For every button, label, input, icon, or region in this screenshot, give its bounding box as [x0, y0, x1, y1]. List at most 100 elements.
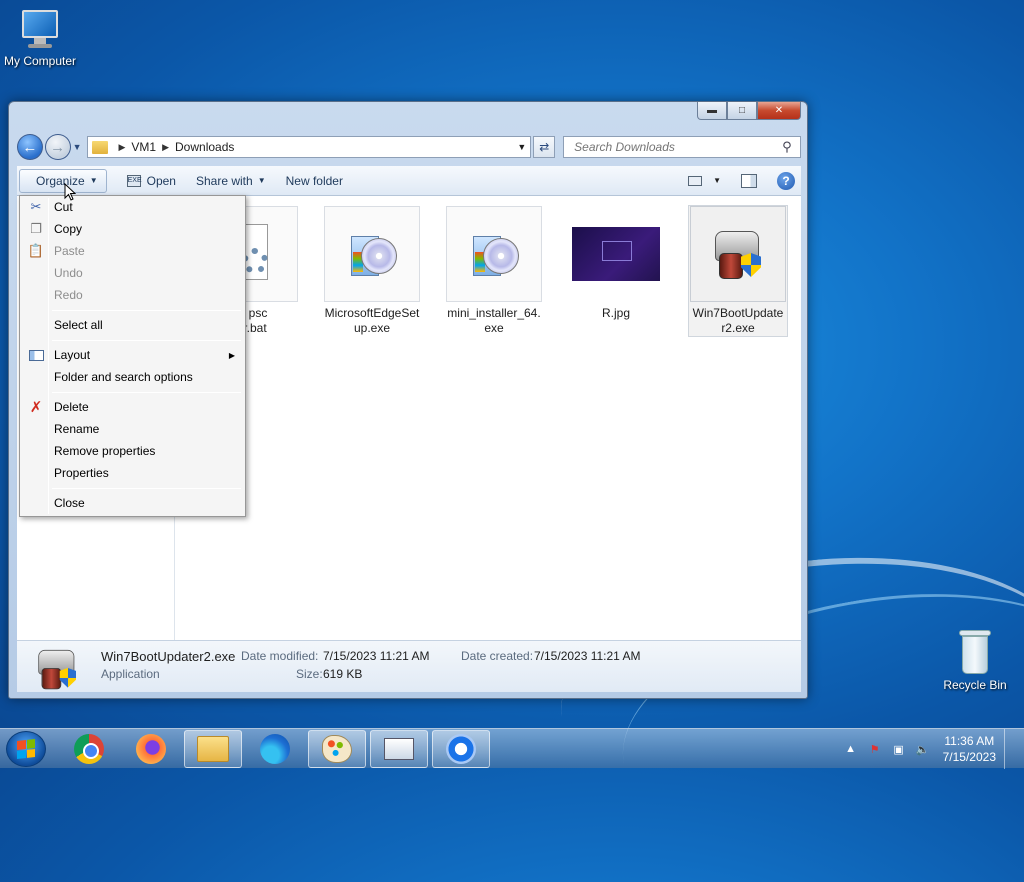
menu-item-close[interactable]: Close — [22, 492, 243, 514]
submenu-arrow-icon: ▶ — [228, 350, 235, 360]
file-name-line: mini_installer_64. — [447, 306, 541, 320]
new-folder-button[interactable]: New folder — [276, 169, 353, 193]
minimize-icon: ▬ — [707, 105, 717, 116]
layout-icon — [28, 347, 44, 363]
menu-item-delete[interactable]: ✗ Delete — [22, 396, 243, 418]
open-button[interactable]: EXE Open — [117, 169, 186, 193]
taskbar-chrome[interactable] — [60, 730, 118, 768]
maximize-button[interactable]: □ — [727, 102, 757, 120]
taskbar-firefox[interactable] — [122, 730, 180, 768]
organize-button[interactable]: Organize ▼ — [19, 168, 107, 193]
change-view-icon[interactable] — [688, 175, 703, 186]
application-icon: EXE — [126, 174, 142, 187]
menu-item-properties[interactable]: Properties — [22, 462, 243, 484]
menu-item-label: Layout — [54, 348, 91, 362]
show-hidden-icons-arrow-icon[interactable]: ▲ — [843, 741, 859, 757]
address-bar[interactable]: ▶ VM1 ▶ Downloads ▼ — [87, 136, 532, 158]
menu-item-label: Copy — [54, 222, 83, 236]
details-modified-value: 7/15/2023 11:21 AM — [323, 649, 430, 663]
address-history-dropdown[interactable]: ▼ — [517, 142, 526, 152]
boot-updater-icon — [690, 206, 786, 302]
menu-item-paste[interactable]: 📋 Paste — [22, 240, 243, 262]
menu-item-undo[interactable]: Undo — [22, 262, 243, 284]
action-center-flag-icon[interactable]: ⚑ — [867, 741, 883, 757]
search-box[interactable]: ⚲ — [563, 136, 801, 158]
file-item[interactable]: mini_installer_64. exe — [445, 206, 543, 336]
desktop-icon-my-computer[interactable]: My Computer — [0, 8, 80, 68]
details-file-type: Application — [101, 667, 160, 681]
menu-item-label: Undo — [54, 266, 83, 280]
file-item[interactable]: R.jpg — [567, 206, 665, 321]
preview-pane-icon[interactable] — [741, 173, 757, 188]
system-clock[interactable]: 11:36 AM 7/15/2023 — [943, 733, 996, 765]
help-icon[interactable]: ? — [777, 171, 795, 190]
refresh-button[interactable]: ⇄ — [533, 136, 556, 158]
recent-pages-dropdown[interactable]: ▼ — [73, 142, 82, 152]
menu-item-rename[interactable]: Rename — [22, 418, 243, 440]
open-label: Open — [146, 173, 176, 188]
menu-item-label: Delete — [54, 400, 89, 414]
mouse-cursor-icon — [64, 183, 76, 201]
menu-separator — [52, 488, 241, 489]
details-pane: Win7BootUpdater2.exe Application Date mo… — [17, 640, 801, 692]
search-icon: ⚲ — [782, 139, 792, 154]
chevron-right-icon[interactable]: ▶ — [118, 142, 125, 153]
installer-cd-icon — [324, 206, 420, 302]
refresh-icon: ⇄ — [539, 140, 550, 154]
boot-updater-icon — [35, 645, 76, 690]
details-size-label: Size: — [296, 667, 323, 681]
edge-icon — [260, 734, 290, 764]
taskbar-keyboard[interactable] — [370, 730, 428, 768]
firefox-icon — [136, 734, 166, 764]
file-name-line: Win7BootUpdate — [692, 306, 784, 320]
taskbar: ▲ ⚑ ▣ 🔈 11:36 AM 7/15/2023 — [0, 728, 1024, 769]
taskbar-paint[interactable] — [308, 730, 366, 768]
paint-palette-icon — [322, 735, 352, 763]
chevron-down-icon: ▼ — [89, 176, 98, 185]
close-icon: ✕ — [774, 105, 784, 116]
details-modified-label: Date modified: — [241, 649, 319, 663]
organize-menu: ✂ Cut ❐ Copy 📋 Paste Undo Redo Select al… — [19, 195, 246, 517]
image-thumbnail — [568, 206, 664, 302]
delete-x-icon: ✗ — [29, 399, 43, 416]
taskbar-edge[interactable] — [246, 730, 304, 768]
chevron-right-icon[interactable]: ▶ — [162, 142, 169, 153]
desktop-icon-label: Recycle Bin — [943, 678, 1007, 692]
details-size-value: 619 KB — [323, 667, 363, 681]
search-input[interactable] — [572, 139, 783, 155]
desktop-icon-recycle-bin[interactable]: Recycle Bin — [935, 630, 1015, 692]
breadcrumb-downloads[interactable]: Downloads — [175, 140, 234, 154]
start-button[interactable] — [6, 731, 46, 767]
minimize-button[interactable]: ▬ — [697, 102, 727, 120]
chrome-icon — [74, 734, 104, 764]
details-file-name: Win7BootUpdater2.exe — [101, 649, 236, 664]
paste-icon: 📋 — [27, 243, 45, 258]
file-name-line: r2.exe — [721, 321, 755, 335]
scissors-icon: ✂ — [30, 199, 42, 214]
network-icon[interactable]: ▣ — [891, 741, 907, 757]
menu-item-redo[interactable]: Redo — [22, 284, 243, 306]
file-item[interactable]: MicrosoftEdgeSet up.exe — [323, 206, 421, 336]
breadcrumb-vm1[interactable]: VM1 — [131, 140, 156, 154]
back-button[interactable]: ← — [17, 134, 43, 160]
menu-item-select-all[interactable]: Select all — [22, 314, 243, 336]
recycle-bin-icon — [957, 630, 993, 676]
menu-item-remove-properties[interactable]: Remove properties — [22, 440, 243, 462]
menu-item-copy[interactable]: ❐ Copy — [22, 218, 243, 240]
windows-logo-icon — [17, 739, 35, 759]
share-with-button[interactable]: Share with ▼ — [186, 169, 276, 193]
forward-button[interactable]: → — [44, 134, 71, 160]
show-desktop-button[interactable] — [1004, 729, 1016, 769]
organize-label: Organize — [36, 173, 85, 188]
file-item-selected[interactable]: Win7BootUpdate r2.exe — [688, 205, 788, 337]
menu-item-layout[interactable]: Layout ▶ — [22, 344, 243, 366]
menu-item-cut[interactable]: ✂ Cut — [22, 196, 243, 218]
taskbar-chromium[interactable] — [432, 730, 490, 768]
volume-muted-icon[interactable]: 🔈 — [915, 741, 931, 757]
menu-item-folder-options[interactable]: Folder and search options — [22, 366, 243, 388]
notification-area: ▲ ⚑ ▣ 🔈 11:36 AM 7/15/2023 — [835, 729, 1016, 769]
new-folder-label: New folder — [285, 173, 343, 188]
taskbar-explorer[interactable] — [184, 730, 242, 768]
view-options-dropdown[interactable]: ▼ — [713, 176, 721, 185]
close-button[interactable]: ✕ — [757, 102, 801, 120]
